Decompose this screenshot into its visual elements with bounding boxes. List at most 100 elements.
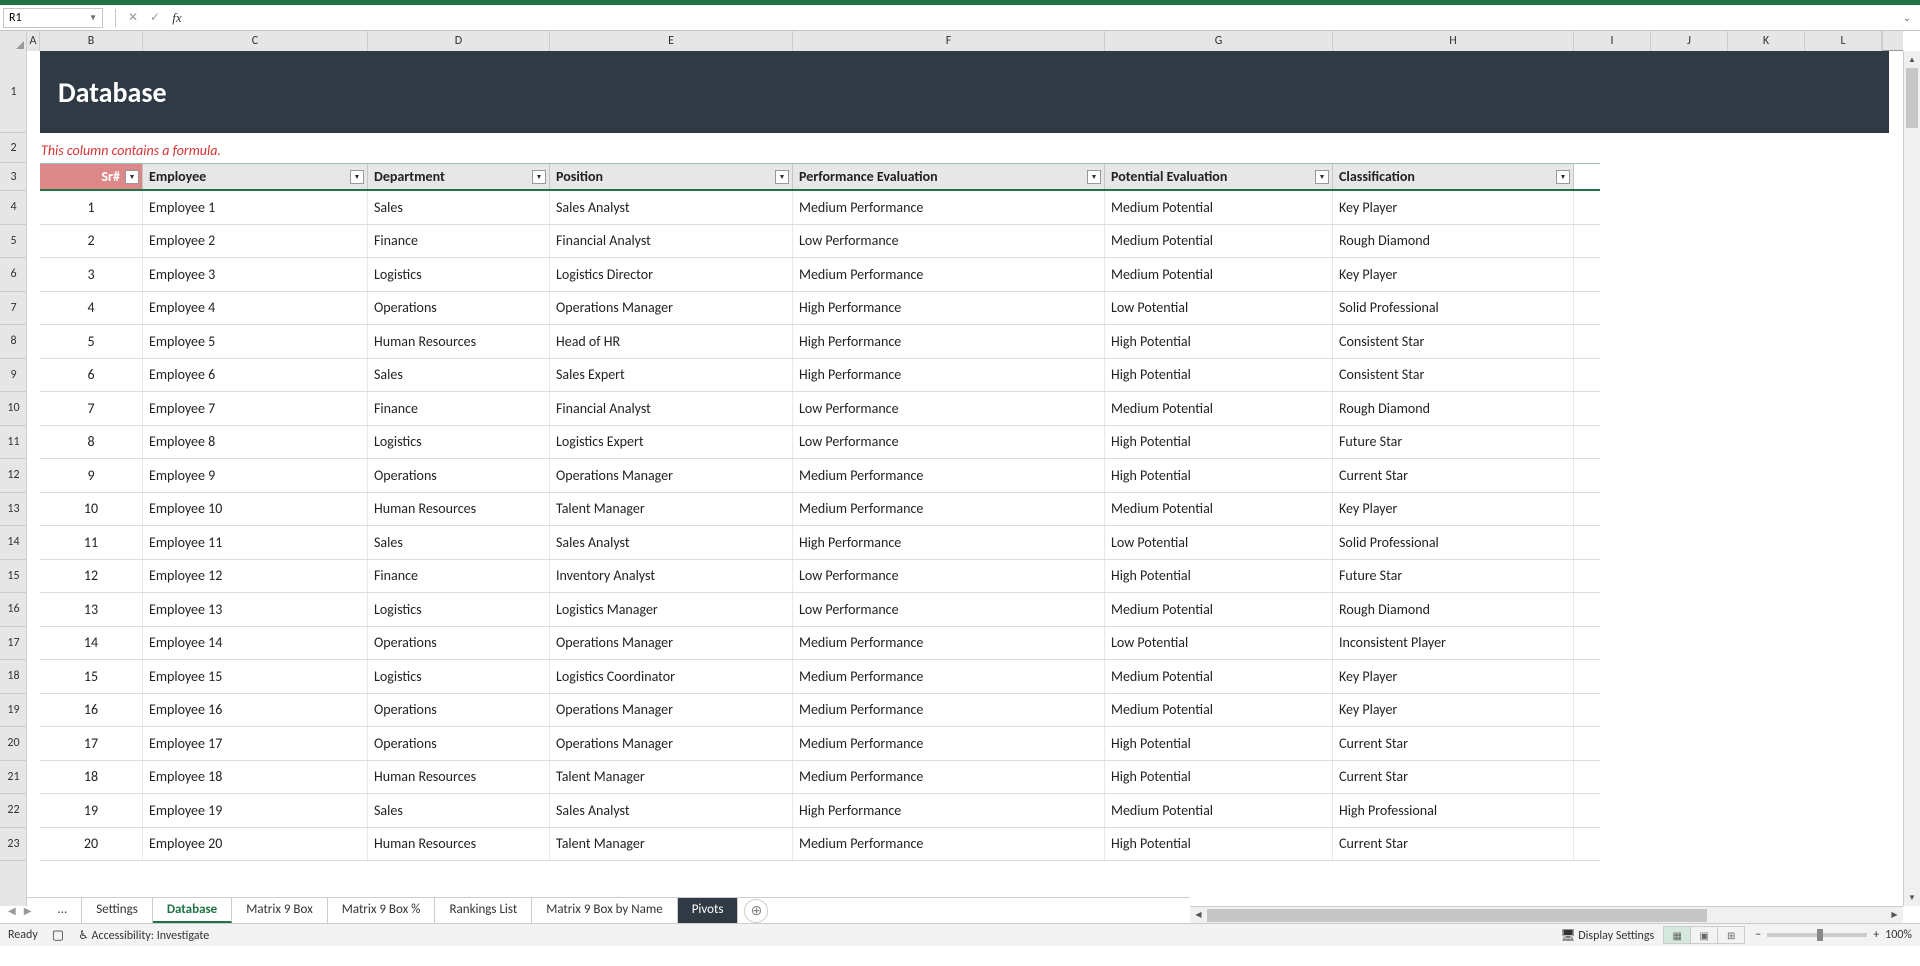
cell-perf[interactable]: Low Performance [793, 560, 1105, 593]
cancel-formula-icon[interactable]: ✕ [124, 9, 142, 27]
cell-emp[interactable]: Employee 12 [143, 560, 368, 593]
cell-sr[interactable]: 12 [40, 560, 143, 593]
cell-emp[interactable]: Employee 15 [143, 660, 368, 693]
filter-icon[interactable]: ▼ [350, 170, 364, 184]
cell-pot[interactable]: Medium Potential [1105, 225, 1333, 258]
cell-pot[interactable]: Medium Potential [1105, 493, 1333, 526]
table-row[interactable]: 3Employee 3LogisticsLogistics DirectorMe… [40, 258, 1600, 292]
cell-pos[interactable]: Operations Manager [550, 627, 793, 660]
cell-class[interactable]: Key Player [1333, 191, 1574, 224]
cell-emp[interactable]: Employee 13 [143, 593, 368, 626]
cell-emp[interactable]: Employee 9 [143, 459, 368, 492]
row-header-9[interactable]: 9 [0, 359, 27, 393]
cell-dept[interactable]: Operations [368, 459, 550, 492]
sheet-tab-matrix-9-box-[interactable]: Matrix 9 Box % [328, 898, 436, 923]
cell-pos[interactable]: Talent Manager [550, 828, 793, 861]
cell-perf[interactable]: Medium Performance [793, 660, 1105, 693]
row-header-14[interactable]: 14 [0, 526, 27, 560]
cell-pos[interactable]: Talent Manager [550, 493, 793, 526]
cell-pot[interactable]: High Potential [1105, 459, 1333, 492]
table-row[interactable]: 16Employee 16OperationsOperations Manage… [40, 694, 1600, 728]
zoom-out-button[interactable]: − [1755, 928, 1761, 942]
cell-perf[interactable]: Medium Performance [793, 459, 1105, 492]
cell-class[interactable]: Current Star [1333, 828, 1574, 861]
table-row[interactable]: 5Employee 5Human ResourcesHead of HRHigh… [40, 325, 1600, 359]
cell-pot[interactable]: Low Potential [1105, 627, 1333, 660]
cell-pot[interactable]: High Potential [1105, 426, 1333, 459]
cell-dept[interactable]: Sales [368, 526, 550, 559]
filter-icon[interactable]: ▼ [1556, 170, 1570, 184]
table-row[interactable]: 13Employee 13LogisticsLogistics ManagerL… [40, 593, 1600, 627]
cell-class[interactable]: High Professional [1333, 794, 1574, 827]
view-page-layout-button[interactable]: ▣ [1690, 926, 1718, 944]
header-position[interactable]: Position▼ [550, 164, 793, 189]
row-header-3[interactable]: 3 [0, 163, 27, 191]
table-row[interactable]: 17Employee 17OperationsOperations Manage… [40, 727, 1600, 761]
vertical-scrollbar[interactable]: ▲ ▼ [1903, 51, 1920, 906]
cell-class[interactable]: Future Star [1333, 560, 1574, 593]
cell-dept[interactable]: Operations [368, 727, 550, 760]
expand-formula-icon[interactable]: ⌄ [1897, 11, 1917, 24]
fx-icon[interactable]: fx [168, 9, 186, 27]
cell-sr[interactable]: 6 [40, 359, 143, 392]
header-potential[interactable]: Potential Evaluation▼ [1105, 164, 1333, 189]
cell-sr[interactable]: 19 [40, 794, 143, 827]
cell-dept[interactable]: Operations [368, 292, 550, 325]
cell-pos[interactable]: Inventory Analyst [550, 560, 793, 593]
select-all-corner[interactable] [0, 31, 27, 51]
cell-emp[interactable]: Employee 19 [143, 794, 368, 827]
cell-perf[interactable]: High Performance [793, 292, 1105, 325]
row-header-22[interactable]: 22 [0, 794, 27, 828]
cell-emp[interactable]: Employee 10 [143, 493, 368, 526]
cell-class[interactable]: Key Player [1333, 493, 1574, 526]
cell-class[interactable]: Key Player [1333, 694, 1574, 727]
sheet-tab-settings[interactable]: Settings [82, 898, 153, 923]
cell-pos[interactable]: Logistics Coordinator [550, 660, 793, 693]
cell-perf[interactable]: Medium Performance [793, 258, 1105, 291]
filter-icon[interactable]: ▼ [1087, 170, 1101, 184]
cell-pot[interactable]: Medium Potential [1105, 191, 1333, 224]
row-header-13[interactable]: 13 [0, 493, 27, 527]
row-header-2[interactable]: 2 [0, 133, 27, 163]
filter-icon[interactable]: ▼ [125, 170, 139, 184]
horizontal-scrollbar[interactable]: ◀ ▶ [1190, 906, 1903, 923]
cell-dept[interactable]: Finance [368, 225, 550, 258]
column-header-G[interactable]: G [1105, 31, 1333, 51]
cell-emp[interactable]: Employee 17 [143, 727, 368, 760]
cell-dept[interactable]: Human Resources [368, 325, 550, 358]
cell-pos[interactable]: Financial Analyst [550, 392, 793, 425]
cell-emp[interactable]: Employee 18 [143, 761, 368, 794]
cell-dept[interactable]: Operations [368, 627, 550, 660]
cell-pos[interactable]: Financial Analyst [550, 225, 793, 258]
cell-pot[interactable]: Medium Potential [1105, 593, 1333, 626]
cell-sr[interactable]: 3 [40, 258, 143, 291]
zoom-level[interactable]: 100% [1885, 928, 1912, 942]
cell-pot[interactable]: Medium Potential [1105, 660, 1333, 693]
cell-dept[interactable]: Logistics [368, 660, 550, 693]
name-box[interactable]: R1 ▼ [3, 8, 103, 28]
cell-sr[interactable]: 15 [40, 660, 143, 693]
cell-emp[interactable]: Employee 8 [143, 426, 368, 459]
cell-class[interactable]: Consistent Star [1333, 359, 1574, 392]
row-header-12[interactable]: 12 [0, 459, 27, 493]
cell-emp[interactable]: Employee 7 [143, 392, 368, 425]
cell-perf[interactable]: Medium Performance [793, 493, 1105, 526]
cell-emp[interactable]: Employee 20 [143, 828, 368, 861]
cell-class[interactable]: Solid Professional [1333, 292, 1574, 325]
cell-dept[interactable]: Logistics [368, 258, 550, 291]
scroll-left-icon[interactable]: ◀ [1190, 910, 1207, 920]
chevron-down-icon[interactable]: ▼ [89, 13, 97, 23]
macro-record-icon[interactable]: ▢ [52, 928, 64, 943]
row-header-20[interactable]: 20 [0, 727, 27, 761]
sheet-tab-matrix-9-box-by-name[interactable]: Matrix 9 Box by Name [532, 898, 678, 923]
cell-sr[interactable]: 18 [40, 761, 143, 794]
cell-dept[interactable]: Human Resources [368, 828, 550, 861]
cell-pos[interactable]: Logistics Expert [550, 426, 793, 459]
add-sheet-button[interactable]: ⊕ [744, 899, 768, 923]
sheet-tab-rankings-list[interactable]: Rankings List [435, 898, 532, 923]
cell-class[interactable]: Inconsistent Player [1333, 627, 1574, 660]
cell-emp[interactable]: Employee 1 [143, 191, 368, 224]
cell-sr[interactable]: 16 [40, 694, 143, 727]
cell-class[interactable]: Current Star [1333, 761, 1574, 794]
header-employee[interactable]: Employee▼ [143, 164, 368, 189]
